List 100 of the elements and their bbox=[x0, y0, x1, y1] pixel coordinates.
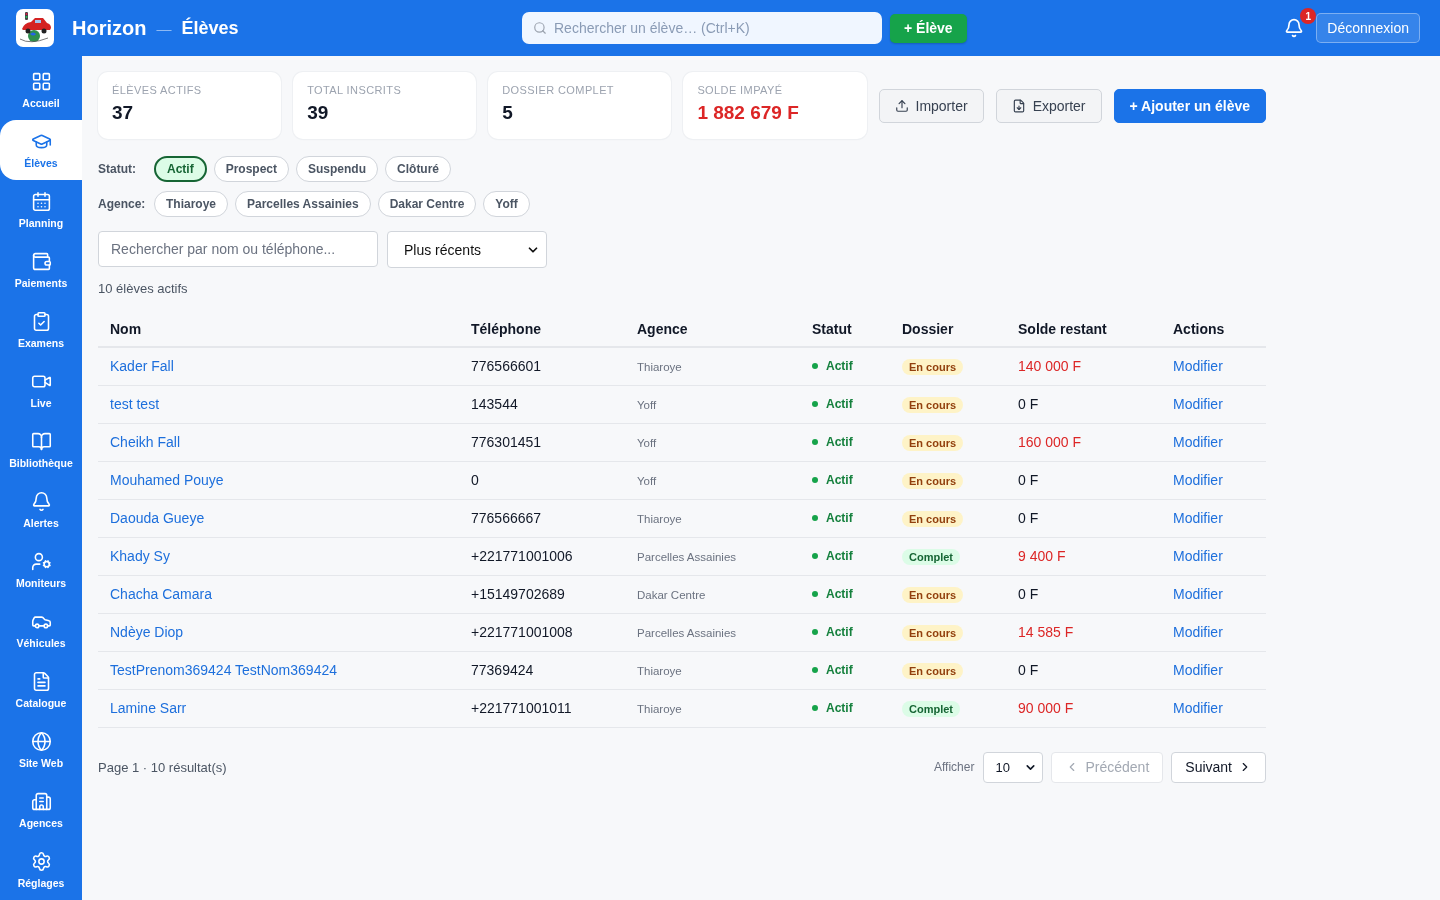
stat-value: 1 882 679 F bbox=[697, 102, 800, 124]
filter-chip[interactable]: Parcelles Assainies bbox=[235, 191, 371, 217]
status-dot-icon bbox=[812, 667, 818, 673]
agency-text: Yoff bbox=[637, 399, 657, 411]
filter-chip[interactable]: Suspendu bbox=[296, 156, 379, 182]
edit-link[interactable]: Modifier bbox=[1173, 472, 1223, 488]
sidebar-item[interactable]: Élèves bbox=[0, 120, 82, 180]
column-header: Téléphone bbox=[459, 311, 625, 347]
phone-cell: 776566667 bbox=[459, 499, 625, 537]
sort-select[interactable]: Plus récents bbox=[387, 231, 547, 268]
edit-link[interactable]: Modifier bbox=[1173, 700, 1223, 716]
status-text: Actif bbox=[826, 625, 853, 639]
balance-amount: 160 000 F bbox=[1018, 434, 1082, 450]
column-header: Agence bbox=[625, 311, 800, 347]
filter-chip[interactable]: Yoff bbox=[483, 191, 530, 217]
filter-chip[interactable]: Prospect bbox=[213, 156, 290, 182]
stat-label: ÉLÈVES ACTIFS bbox=[112, 84, 203, 96]
sidebar-item[interactable]: Moniteurs bbox=[0, 540, 82, 600]
globe-icon bbox=[30, 731, 52, 752]
dossier-badge: En cours bbox=[902, 624, 964, 641]
stat-label: DOSSIER COMPLET bbox=[502, 84, 615, 96]
open-book-icon bbox=[30, 431, 52, 452]
agency-text: Dakar Centre bbox=[637, 589, 706, 601]
calendar-icon bbox=[30, 191, 52, 212]
filter-chip[interactable]: Clôturé bbox=[385, 156, 452, 182]
balance-amount: 9 400 F bbox=[1018, 548, 1066, 564]
export-button[interactable]: Exporter bbox=[995, 88, 1102, 123]
search-field[interactable]: Rechercher par nom ou téléphone... bbox=[98, 231, 378, 267]
dossier-badge: En cours bbox=[902, 358, 964, 375]
balance-amount: 0 F bbox=[1018, 510, 1039, 526]
sidebar-item[interactable]: Véhicules bbox=[0, 600, 82, 660]
sidebar-item[interactable]: Paiements bbox=[0, 240, 82, 300]
balance-amount: 14 585 F bbox=[1018, 624, 1074, 640]
edit-link[interactable]: Modifier bbox=[1173, 662, 1223, 678]
column-header: Dossier bbox=[890, 311, 1006, 347]
agency-text: Parcelles Assainies bbox=[637, 551, 737, 563]
student-name-link[interactable]: Ndèye Diop bbox=[110, 624, 184, 640]
student-name-link[interactable]: Daouda Gueye bbox=[110, 510, 205, 526]
phone-cell: 0 bbox=[459, 461, 625, 499]
sidebar-item[interactable]: Planning bbox=[0, 180, 82, 240]
sidebar-item[interactable]: Agences bbox=[0, 780, 82, 840]
upload-icon bbox=[894, 98, 909, 113]
grid-icon bbox=[30, 71, 52, 92]
agency-text: Yoff bbox=[637, 437, 657, 449]
student-name-link[interactable]: Khady Sy bbox=[110, 548, 170, 564]
filter-chip[interactable]: Actif bbox=[154, 156, 207, 182]
status-dot-icon bbox=[812, 477, 818, 483]
status-text: Actif bbox=[826, 511, 853, 525]
edit-link[interactable]: Modifier bbox=[1173, 510, 1223, 526]
status-dot-icon bbox=[812, 363, 818, 370]
balance-amount: 140 000 F bbox=[1018, 358, 1082, 375]
edit-link[interactable]: Modifier bbox=[1173, 358, 1223, 375]
edit-link[interactable]: Modifier bbox=[1173, 624, 1223, 640]
student-name-link[interactable]: Chacha Camara bbox=[110, 586, 212, 602]
sidebar-item[interactable]: Examens bbox=[0, 300, 82, 360]
next-button[interactable]: Suivant bbox=[1171, 751, 1266, 783]
student-name-link[interactable]: test test bbox=[110, 396, 160, 412]
student-name-link[interactable]: Lamine Sarr bbox=[110, 700, 187, 716]
sidebar-item[interactable]: Catalogue bbox=[0, 660, 82, 720]
sidebar-item[interactable]: Alertes bbox=[0, 480, 82, 540]
status-text: Actif bbox=[826, 359, 853, 374]
import-button[interactable]: Importer bbox=[878, 88, 984, 123]
student-name-link[interactable]: TestPrenom369424 TestNom369424 bbox=[110, 662, 337, 678]
car-logo-icon bbox=[16, 9, 54, 47]
phone-cell: 77369424 bbox=[459, 651, 625, 689]
status-dot-icon bbox=[812, 705, 818, 711]
agency-text: Thiaroye bbox=[637, 665, 682, 677]
edit-link[interactable]: Modifier bbox=[1173, 396, 1223, 412]
sidebar-item[interactable]: Live bbox=[0, 360, 82, 420]
student-name-link[interactable]: Mouhamed Pouye bbox=[110, 472, 224, 488]
sidebar-item[interactable]: Réglages bbox=[0, 840, 82, 900]
edit-link[interactable]: Modifier bbox=[1173, 586, 1223, 602]
column-header: Statut bbox=[800, 311, 890, 347]
global-search-field[interactable]: Rechercher un élève… (Ctrl+K) bbox=[522, 12, 882, 44]
agency-text: Parcelles Assainies bbox=[637, 627, 737, 639]
edit-link[interactable]: Modifier bbox=[1173, 434, 1223, 450]
search-icon bbox=[533, 21, 547, 35]
logout-button[interactable]: Déconnexion bbox=[1316, 13, 1420, 43]
sidebar-item[interactable]: Accueil bbox=[0, 60, 82, 120]
sidebar-item[interactable]: Site Web bbox=[0, 720, 82, 780]
add-student-button[interactable]: + Élève bbox=[890, 13, 967, 43]
page-size-select[interactable]: 10 bbox=[983, 751, 1044, 783]
page-title: Élèves bbox=[181, 17, 239, 39]
filter-chip[interactable]: Dakar Centre bbox=[377, 191, 477, 217]
dossier-badge: En cours bbox=[902, 434, 964, 451]
add-student-button[interactable]: + Ajouter un élève bbox=[1113, 88, 1266, 123]
building-icon bbox=[30, 791, 52, 812]
status-text: Actif bbox=[826, 587, 853, 601]
wallet-icon bbox=[30, 251, 52, 272]
bell-icon[interactable] bbox=[1284, 18, 1305, 38]
filter-label: Agence: bbox=[98, 197, 147, 211]
filter-chip[interactable]: Thiaroye bbox=[154, 191, 228, 217]
status-dot-icon bbox=[812, 401, 818, 407]
sidebar-item[interactable]: Bibliothèque bbox=[0, 420, 82, 480]
student-name-link[interactable]: Kader Fall bbox=[110, 358, 174, 375]
edit-link[interactable]: Modifier bbox=[1173, 548, 1223, 564]
agency-text: Thiaroye bbox=[637, 703, 682, 715]
column-header: Solde restant bbox=[1006, 311, 1161, 347]
phone-cell: +221771001008 bbox=[459, 613, 625, 651]
student-name-link[interactable]: Cheikh Fall bbox=[110, 434, 181, 450]
